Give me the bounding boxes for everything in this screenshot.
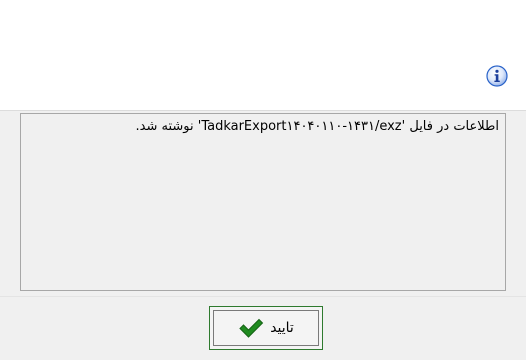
ok-button[interactable]: تایید [209, 306, 323, 350]
message-dialog: اطلاعات در فایل 'TadkarExport۱۴۰۴۰۱۱۰-۱۴… [0, 0, 526, 360]
divider [0, 296, 526, 297]
ok-button-label: تایید [270, 320, 294, 336]
dialog-header-panel [0, 0, 526, 111]
checkmark-icon [239, 318, 264, 338]
message-text: اطلاعات در فایل 'TadkarExport۱۴۰۴۰۱۱۰-۱۴… [135, 119, 500, 134]
info-icon [486, 65, 508, 87]
message-box: اطلاعات در فایل 'TadkarExport۱۴۰۴۰۱۱۰-۱۴… [20, 113, 506, 291]
ok-button-inner[interactable]: تایید [213, 310, 319, 346]
